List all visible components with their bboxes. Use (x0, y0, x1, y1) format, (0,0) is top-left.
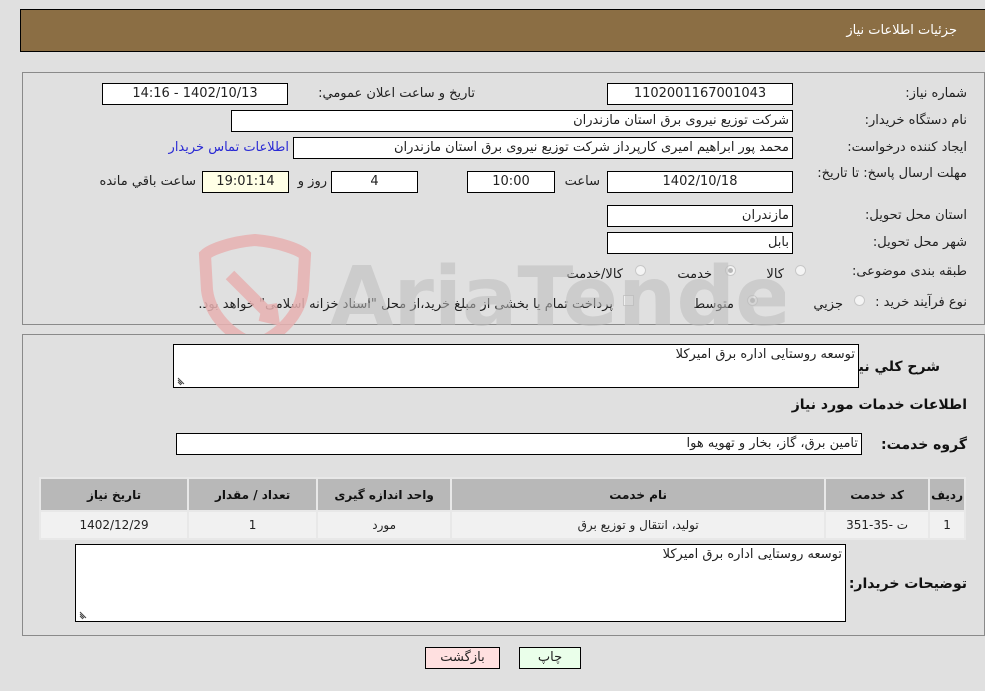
resize-grip-icon[interactable] (176, 376, 186, 386)
city-field[interactable]: بابل (607, 232, 793, 254)
service-group-field[interactable]: تامین برق، گاز، بخار و تهویه هوا (176, 433, 862, 455)
col-header-quantity: تعداد / مقدار (187, 477, 319, 512)
summary-text: توسعه روستایی اداره برق امیرکلا (675, 347, 855, 362)
col-header-service-code: کد خدمت (824, 477, 931, 512)
requester-field[interactable]: محمد پور ابراهیم امیری کارپرداز شرکت توز… (293, 137, 793, 159)
treasury-checkbox[interactable] (623, 295, 634, 306)
time-remaining-field[interactable]: 19:01:14 (202, 171, 289, 193)
col-header-unit: واحد اندازه گیری (316, 477, 453, 512)
category-option-goods: کالا (766, 267, 784, 282)
buyer-contact-link[interactable]: اطلاعات تماس خریدار (169, 140, 289, 155)
days-remaining-field[interactable]: 4 (331, 171, 418, 193)
buyer-notes-textarea[interactable]: توسعه روستایی اداره برق امیرکلا (75, 544, 846, 622)
table-row: 1 ت -35-351 تولید، انتقال و توزیع برق مو… (38, 510, 966, 540)
service-group-label: گروه خدمت: (881, 437, 967, 453)
cell-unit: مورد (316, 510, 453, 540)
services-table: ردیف کد خدمت نام خدمت واحد اندازه گیری ت… (38, 477, 966, 540)
announce-datetime-field[interactable]: 1402/10/13 - 14:16 (102, 83, 288, 105)
deadline-date-field[interactable]: 1402/10/18 (607, 171, 793, 193)
services-heading: اطلاعات خدمات مورد نیاز (791, 397, 967, 413)
purchase-type-option-medium: متوسط (693, 297, 734, 312)
buyer-org-label: نام دستگاه خریدار: (864, 113, 967, 128)
announce-datetime-label: تاریخ و ساعت اعلان عمومي: (318, 86, 475, 101)
requester-label: ایجاد کننده درخواست: (847, 140, 967, 155)
category-label: طبقه بندی موضوعی: (851, 264, 967, 279)
deadline-label: مهلت ارسال پاسخ: تا تاریخ: (817, 166, 967, 181)
purchase-type-radio-minor[interactable] (854, 295, 865, 306)
purchase-type-label: نوع فرآیند خرید : (875, 295, 967, 310)
back-button[interactable]: بازگشت (425, 647, 500, 669)
cell-need-date: 1402/12/29 (38, 510, 190, 540)
summary-textarea[interactable]: توسعه روستایی اداره برق امیرکلا (173, 344, 859, 388)
category-option-goods-service: کالا/خدمت (566, 267, 623, 282)
buyer-notes-label: توضیحات خریدار: (848, 576, 967, 592)
deadline-time-field[interactable]: 10:00 (467, 171, 555, 193)
cell-quantity: 1 (187, 510, 319, 540)
category-radio-goods-service[interactable] (635, 265, 646, 276)
page-header: جزئیات اطلاعات نیاز (20, 9, 985, 52)
col-header-need-date: تاریخ نیاز (38, 477, 190, 512)
days-label: روز و (297, 174, 327, 189)
treasury-note: پرداخت تمام یا بخشی از مبلغ خرید،از محل … (198, 297, 613, 312)
category-option-service: خدمت (677, 267, 712, 282)
need-number-field[interactable]: 1102001167001043 (607, 83, 793, 105)
page-title: جزئیات اطلاعات نیاز (846, 23, 957, 38)
buyer-org-field[interactable]: شرکت توزیع نیروی برق استان مازندران (231, 110, 793, 132)
cell-row-number: 1 (928, 510, 966, 540)
time-remaining-label: ساعت باقي مانده (99, 174, 196, 189)
city-label: شهر محل تحویل: (872, 235, 967, 250)
cell-service-code: ت -35-351 (824, 510, 931, 540)
purchase-type-radio-medium[interactable] (747, 295, 758, 306)
deadline-time-label: ساعت (564, 174, 600, 189)
province-field[interactable]: مازندران (607, 205, 793, 227)
category-radio-service[interactable] (725, 265, 736, 276)
need-number-label: شماره نیاز: (905, 86, 967, 101)
resize-grip-icon[interactable] (78, 610, 88, 620)
cell-service-name: تولید، انتقال و توزیع برق (450, 510, 827, 540)
table-header-row: ردیف کد خدمت نام خدمت واحد اندازه گیری ت… (38, 477, 966, 512)
province-label: استان محل تحویل: (865, 208, 967, 223)
category-radio-goods[interactable] (795, 265, 806, 276)
purchase-type-option-minor: جزيي (813, 297, 843, 312)
buyer-notes-text: توسعه روستایی اداره برق امیرکلا (662, 547, 842, 562)
col-header-row-number: ردیف (928, 477, 966, 512)
print-button[interactable]: چاپ (519, 647, 581, 669)
col-header-service-name: نام خدمت (450, 477, 827, 512)
